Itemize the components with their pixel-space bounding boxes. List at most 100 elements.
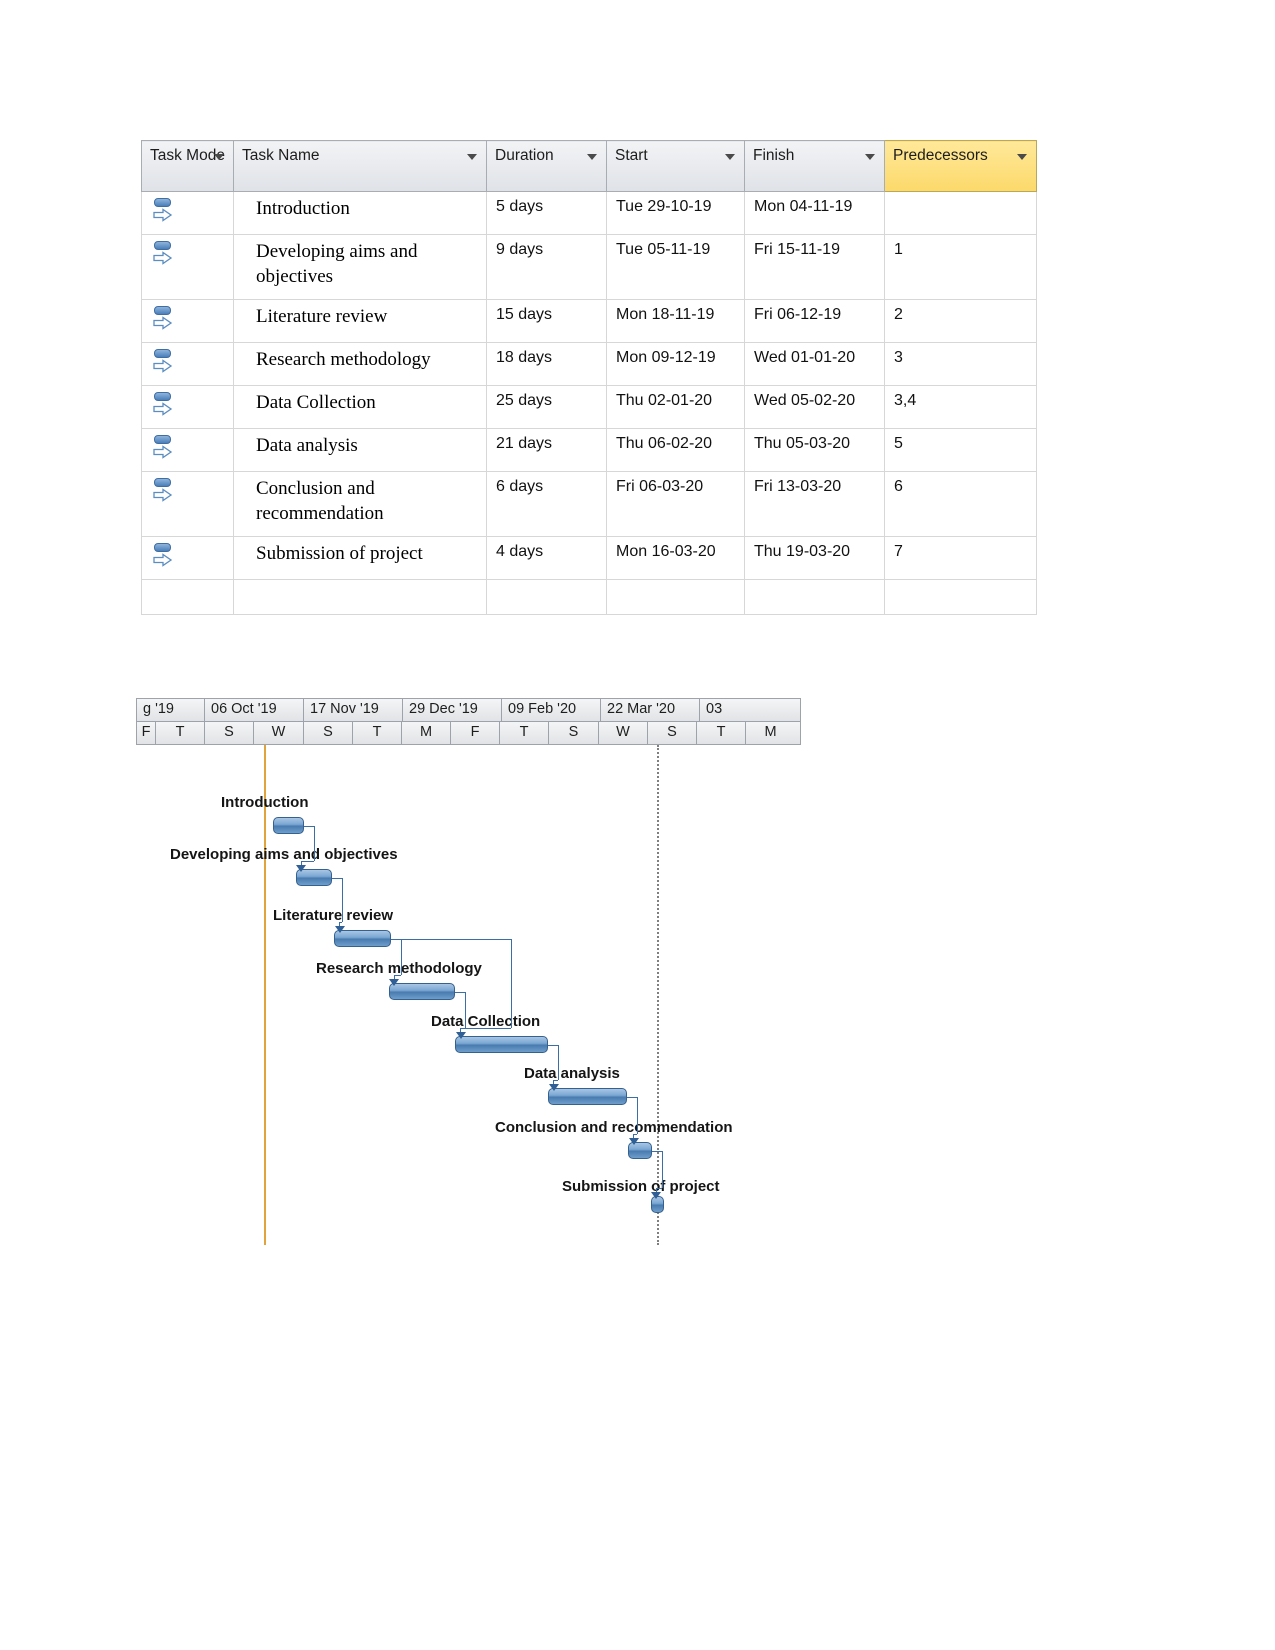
- filter-dropdown-icon[interactable]: [587, 154, 597, 160]
- cell-start[interactable]: Thu 06-02-20: [606, 428, 745, 472]
- cell-task-name[interactable]: Data Collection: [233, 385, 487, 429]
- cell-task-mode[interactable]: [141, 536, 234, 580]
- manually-scheduled-icon: [152, 196, 174, 228]
- cell-duration[interactable]: 15 days: [486, 299, 607, 343]
- column-header-finish[interactable]: Finish: [744, 140, 885, 192]
- column-header-duration[interactable]: Duration: [486, 140, 607, 192]
- cell-duration[interactable]: 4 days: [486, 536, 607, 580]
- filter-dropdown-icon[interactable]: [467, 154, 477, 160]
- cell-predecessors[interactable]: [884, 191, 1037, 235]
- cell-duration[interactable]: 9 days: [486, 234, 607, 300]
- cell-finish[interactable]: Thu 05-03-20: [744, 428, 885, 472]
- cell-predecessors[interactable]: 3,4: [884, 385, 1037, 429]
- table-row[interactable]: Literature review 15 days Mon 18-11-19 Fri …: [141, 299, 1037, 343]
- timeline-minor-cell: M: [764, 724, 777, 740]
- filter-dropdown-icon[interactable]: [725, 154, 735, 160]
- cell-finish[interactable]: Wed 01-01-20: [744, 342, 885, 386]
- cell-start[interactable]: Fri 06-03-20: [606, 471, 745, 537]
- cell-finish[interactable]: Mon 04-11-19: [744, 191, 885, 235]
- column-header-start[interactable]: Start: [606, 140, 745, 192]
- table-row[interactable]: Submission of project 4 days Mon 16-03-20 T…: [141, 536, 1037, 580]
- cell-duration[interactable]: 21 days: [486, 428, 607, 472]
- cell-start[interactable]: Mon 18-11-19: [606, 299, 745, 343]
- cell-predecessors[interactable]: 2: [884, 299, 1037, 343]
- arrow-right-outline-icon: [153, 359, 173, 373]
- cell-finish[interactable]: Fri 15-11-19: [744, 234, 885, 300]
- dependency-link: [390, 939, 511, 940]
- cell-task-mode[interactable]: [141, 191, 234, 235]
- cell-task-name[interactable]: Introduction: [233, 191, 487, 235]
- cell-finish[interactable]: Fri 06-12-19: [744, 299, 885, 343]
- cell-finish[interactable]: Fri 13-03-20: [744, 471, 885, 537]
- filter-dropdown-icon[interactable]: [214, 154, 224, 160]
- dependency-arrow-icon: [455, 1032, 466, 1039]
- cell-start[interactable]: Tue 05-11-19: [606, 234, 745, 300]
- dependency-link: [510, 939, 512, 1028]
- timeline-minor-cell: S: [205, 722, 254, 744]
- cell-predecessors[interactable]: 7: [884, 536, 1037, 580]
- cell-task-name[interactable]: Conclusion and recommendation: [233, 471, 487, 537]
- cell-task-name[interactable]: Research methodology: [233, 342, 487, 386]
- gantt-bar[interactable]: [548, 1088, 627, 1105]
- cell-predecessors[interactable]: 1: [884, 234, 1037, 300]
- cell-finish[interactable]: Thu 19-03-20: [744, 536, 885, 580]
- cell-empty: [884, 579, 1037, 615]
- dependency-arrow-icon: [389, 979, 400, 986]
- timeline-minor-cell: T: [156, 722, 205, 744]
- cell-predecessors[interactable]: 5: [884, 428, 1037, 472]
- cell-start[interactable]: Mon 09-12-19: [606, 342, 745, 386]
- table-row[interactable]: Data analysis 21 days Thu 06-02-20 Thu 05-0…: [141, 428, 1037, 472]
- arrow-right-outline-icon: [153, 316, 173, 330]
- gantt-task-label: Conclusion and recommendation: [495, 1119, 733, 1136]
- filter-dropdown-icon[interactable]: [1017, 154, 1027, 160]
- task-table: Task Mode Task Name Duration Start Finis…: [141, 140, 1037, 615]
- cell-start[interactable]: Thu 02-01-20: [606, 385, 745, 429]
- cell-finish[interactable]: Wed 05-02-20: [744, 385, 885, 429]
- gantt-task-label: Literature review: [273, 907, 394, 924]
- filter-dropdown-icon[interactable]: [865, 154, 875, 160]
- cell-task-name[interactable]: Submission of project: [233, 536, 487, 580]
- timeline-minor-cell: W: [599, 722, 648, 744]
- table-row[interactable]: Data Collection 25 days Thu 02-01-20 Wed 05…: [141, 385, 1037, 429]
- cell-task-mode[interactable]: [141, 299, 234, 343]
- cell-task-mode[interactable]: [141, 428, 234, 472]
- cell-duration[interactable]: 25 days: [486, 385, 607, 429]
- timeline-major-cell: 29 Dec '19: [403, 699, 502, 721]
- dependency-link: [313, 826, 315, 861]
- table-row[interactable]: Conclusion and recommendation 6 days Fri 0…: [141, 471, 1037, 537]
- column-header-predecessors[interactable]: Predecessors: [884, 140, 1037, 192]
- manually-scheduled-icon: [152, 239, 174, 271]
- gantt-chart: g '19 06 Oct '19 17 Nov '19 29 Dec '19 09 Fe…: [136, 698, 801, 1245]
- dependency-link: [300, 861, 314, 862]
- gantt-bar[interactable]: [272, 817, 304, 834]
- cell-task-name[interactable]: Data analysis: [233, 428, 487, 472]
- cell-predecessors[interactable]: 3: [884, 342, 1037, 386]
- table-row[interactable]: Developing aims and objectives 9 days Tue …: [141, 234, 1037, 300]
- column-header-task-mode[interactable]: Task Mode: [141, 140, 234, 192]
- table-row[interactable]: Research methodology 18 days Mon 09-12-19 W…: [141, 342, 1037, 386]
- timeline-major-cell: 06 Oct '19: [205, 699, 304, 721]
- manually-scheduled-icon: [152, 390, 174, 422]
- cell-task-mode[interactable]: [141, 471, 234, 537]
- cell-task-name[interactable]: Literature review: [233, 299, 487, 343]
- cell-duration[interactable]: 18 days: [486, 342, 607, 386]
- cell-duration[interactable]: 6 days: [486, 471, 607, 537]
- cell-empty: [486, 579, 607, 615]
- cell-start[interactable]: Tue 29-10-19: [606, 191, 745, 235]
- cell-duration[interactable]: 5 days: [486, 191, 607, 235]
- cell-task-mode[interactable]: [141, 385, 234, 429]
- cell-start[interactable]: Mon 16-03-20: [606, 536, 745, 580]
- cell-predecessors[interactable]: 6: [884, 471, 1037, 537]
- table-row[interactable]: Introduction 5 days Tue 29-10-19 Mon 04-11-…: [141, 191, 1037, 235]
- cell-task-mode[interactable]: [141, 342, 234, 386]
- timeline-minor-cell: S: [648, 722, 697, 744]
- cell-task-name[interactable]: Developing aims and objectives: [233, 234, 487, 300]
- column-header-task-name[interactable]: Task Name: [233, 140, 487, 192]
- cell-empty: [744, 579, 885, 615]
- cell-empty: [606, 579, 745, 615]
- timeline-minor-cell: F: [137, 722, 156, 744]
- gantt-bar[interactable]: [455, 1036, 549, 1053]
- cell-task-mode[interactable]: [141, 234, 234, 300]
- timeline-minor-cell: T: [353, 722, 402, 744]
- status-date-line: [657, 745, 659, 1245]
